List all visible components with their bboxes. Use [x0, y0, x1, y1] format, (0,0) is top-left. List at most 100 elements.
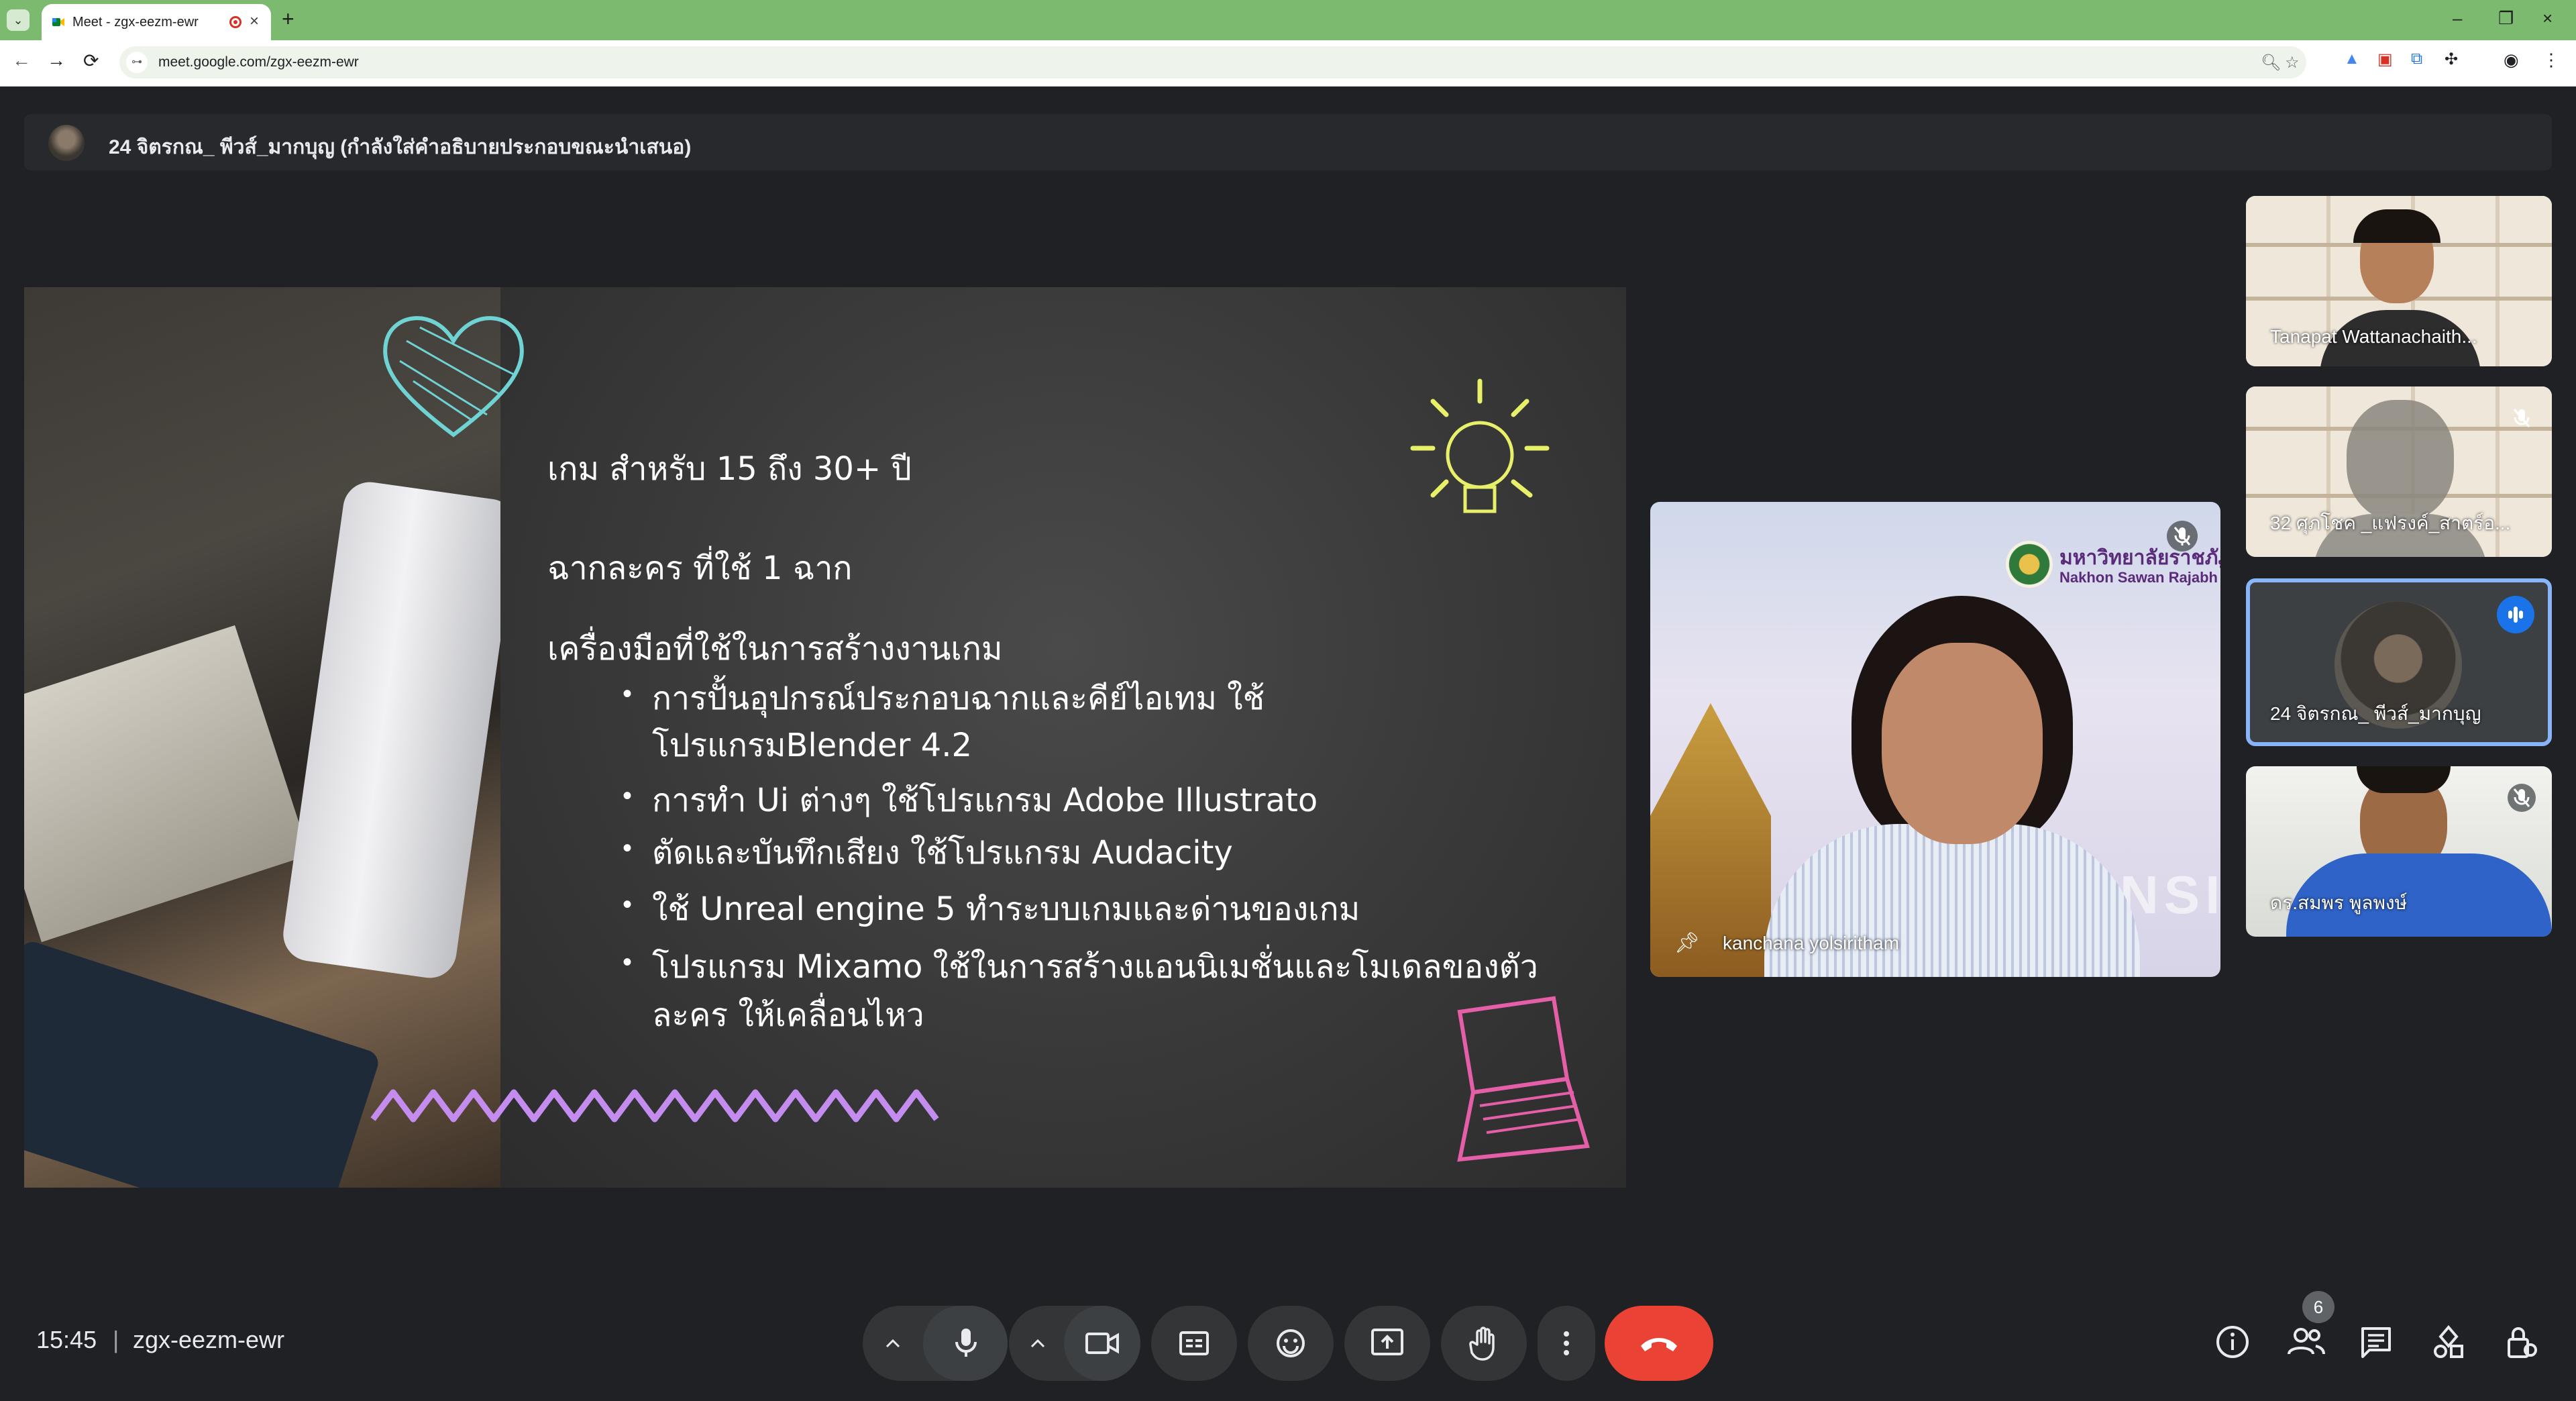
- people-icon[interactable]: [2286, 1323, 2326, 1361]
- profile-avatar-icon[interactable]: ◉: [2504, 50, 2519, 70]
- camera-control-group: [1009, 1306, 1140, 1381]
- participant-count-badge: 6: [2302, 1291, 2334, 1323]
- bullet-dot: •: [623, 947, 633, 977]
- bullet-dot: •: [623, 781, 633, 811]
- emoji-icon: [1277, 1329, 1305, 1357]
- participant-name: Tanapat Wattanachaith...: [2270, 326, 2477, 347]
- reactions-button[interactable]: [1248, 1306, 1334, 1381]
- pin-icon[interactable]: 📌︎: [1674, 931, 1700, 955]
- microphone-icon: [955, 1329, 977, 1357]
- slide-bullet-item: ละคร ให้เคลื่อนไหว: [652, 996, 924, 1034]
- presenter-avatar: [48, 125, 85, 161]
- captions-icon: [1179, 1331, 1209, 1355]
- slide-phone: [280, 478, 520, 982]
- participant-name: 32 ศุภโชค _แฟรงค์_สาตร์อ...: [2270, 513, 2511, 533]
- site-info-icon[interactable]: ⊶: [126, 52, 148, 73]
- url-text[interactable]: meet.google.com/zgx-eezm-ewr: [158, 54, 359, 70]
- translate-extension-icon[interactable]: ⧉: [2411, 50, 2422, 68]
- hand-icon: [1469, 1327, 1495, 1361]
- drive-extension-icon[interactable]: ▲: [2344, 50, 2360, 68]
- laptop-doodle-icon: [1457, 996, 1590, 1162]
- hang-up-icon: [1641, 1338, 1677, 1351]
- host-controls-icon[interactable]: [2502, 1323, 2540, 1361]
- forward-icon[interactable]: →: [47, 50, 66, 71]
- restore-icon[interactable]: ❐: [2498, 8, 2514, 29]
- background-watermark-text: NSI: [2120, 865, 2220, 925]
- browser-toolbar: ← → ⟳ ⊶ meet.google.com/zgx-eezm-ewr 🔍︎ …: [0, 40, 2576, 87]
- footer-separator: |: [113, 1326, 119, 1353]
- browser-tab-strip: ⌄ Meet - zgx-eezm-ewr × + – ❐ ×: [0, 0, 2576, 40]
- participant-face: [1882, 643, 2043, 844]
- slide-bullet-item: การปั้นอุปกรณ์ประกอบฉากและคีย์ไอเทม ใช้: [652, 680, 1265, 717]
- university-seal-logo: [2006, 541, 2053, 588]
- raise-hand-button[interactable]: [1441, 1306, 1527, 1381]
- presentation-banner: 24 จิตรกณ_ พีวส์_มากบุญ (กำลังใส่คำอธิบา…: [24, 114, 2552, 170]
- slide-bullet-item: โปรแกรมBlender 4.2: [652, 727, 972, 764]
- zigzag-doodle: [370, 1089, 939, 1123]
- slide-bullet-item: โปรแกรม Mixamo ใช้ในการสร้างแอนนิเมชั่นแ…: [652, 948, 1538, 986]
- bullet-dot: •: [623, 679, 633, 709]
- meet-favicon-icon: [52, 18, 64, 26]
- participant-name: 24 จิตรกณ_ พีวส์_มากบุญ: [2270, 703, 2481, 724]
- slide-bullet-item: ตัดและบันทึกเสียง ใช้โปรแกรม Audacity: [652, 834, 1233, 872]
- browser-tab[interactable]: Meet - zgx-eezm-ewr ×: [42, 4, 271, 40]
- more-vert-icon: [1564, 1331, 1569, 1355]
- extension-icon[interactable]: ▣: [2377, 50, 2393, 69]
- slide-bullet-item: ใช้ Unreal engine 5 ทำระบบเกมและด่านของเ…: [652, 890, 1360, 928]
- mic-muted-icon: [2508, 784, 2536, 812]
- more-options-button[interactable]: [1538, 1306, 1595, 1381]
- slide-open-book: [24, 625, 310, 943]
- audio-settings-chevron-icon[interactable]: [883, 1334, 903, 1354]
- video-settings-chevron-icon[interactable]: [1028, 1334, 1048, 1354]
- lightbulb-doodle-icon: [1410, 378, 1550, 513]
- reload-icon[interactable]: ⟳: [83, 50, 99, 72]
- slide-line-scene: ฉากละคร ที่ใช้ 1 ฉาก: [547, 550, 853, 587]
- address-bar[interactable]: ⊶ meet.google.com/zgx-eezm-ewr 🔍︎ ☆: [119, 46, 2306, 79]
- leave-call-button[interactable]: [1605, 1306, 1713, 1381]
- participant-face: [2347, 400, 2454, 521]
- mic-muted-icon: [2167, 521, 2198, 552]
- university-name-english: Nakhon Sawan Rajabh: [2059, 569, 2218, 586]
- slide-line-age: เกม สำหรับ 15 ถึง 30+ ปี: [547, 450, 912, 488]
- browser-menu-icon[interactable]: ⋮: [2542, 50, 2560, 70]
- present-screen-icon: [1371, 1329, 1403, 1355]
- back-icon[interactable]: ←: [12, 50, 31, 71]
- mic-muted-icon: [2508, 404, 2536, 432]
- slide-bullet-item: การทำ Ui ต่างๆ ใช้โปรแกรม Adobe Illustra…: [652, 782, 1318, 819]
- bullet-dot: •: [623, 833, 633, 863]
- camera-button[interactable]: [1064, 1306, 1140, 1381]
- captions-button[interactable]: [1151, 1306, 1237, 1381]
- tab-search-button[interactable]: ⌄: [7, 9, 30, 31]
- shared-screen-slide: เกม สำหรับ 15 ถึง 30+ ปี ฉากละคร ที่ใช้ …: [24, 287, 1626, 1188]
- bookmark-star-icon[interactable]: ☆: [2285, 53, 2300, 72]
- active-speaker-tile[interactable]: 24 จิตรกณ_ พีวส์_มากบุญ: [2246, 578, 2552, 746]
- slide-notebook: [24, 938, 382, 1188]
- bullet-dot: •: [623, 890, 633, 919]
- tab-close-icon[interactable]: ×: [250, 12, 259, 31]
- participant-tile[interactable]: Tanapat Wattanachaith...: [2246, 196, 2552, 366]
- participant-tile[interactable]: ดร.สมพร พูลพงษ์: [2246, 766, 2552, 937]
- window-close-icon[interactable]: ×: [2542, 8, 2553, 29]
- camera-icon: [1085, 1333, 1119, 1354]
- speaking-indicator-icon: [2497, 596, 2534, 633]
- pinned-participant-video[interactable]: มหาวิทยาลัยราชภัฏ Nakhon Sawan Rajabh NS…: [1650, 502, 2220, 977]
- new-tab-button[interactable]: +: [282, 7, 294, 32]
- participant-name: ดร.สมพร พูลพงษ์: [2270, 892, 2408, 913]
- present-now-button[interactable]: [1344, 1306, 1430, 1381]
- participant-name: kanchana yolsiritham: [1723, 933, 1900, 953]
- meeting-info-icon[interactable]: [2214, 1323, 2251, 1361]
- tab-title: Meet - zgx-eezm-ewr: [72, 15, 199, 30]
- participant-tile[interactable]: 32 ศุภโชค _แฟรงค์_สาตร์อ...: [2246, 386, 2552, 557]
- zoom-icon[interactable]: 🔍︎: [2261, 53, 2281, 72]
- heart-doodle-icon: [383, 316, 524, 437]
- participant-hair: [2357, 766, 2451, 793]
- microphone-control-group: [863, 1306, 1008, 1381]
- chat-icon[interactable]: [2357, 1323, 2395, 1361]
- extensions-puzzle-icon[interactable]: ✣: [2445, 50, 2458, 69]
- recording-indicator-icon: [229, 16, 241, 28]
- microphone-button[interactable]: [923, 1306, 1008, 1381]
- slide-line-tools: เครื่องมือที่ใช้ในการสร้างงานเกม: [547, 630, 1003, 668]
- activities-icon[interactable]: [2430, 1323, 2467, 1361]
- minimize-icon[interactable]: –: [2453, 8, 2462, 29]
- meeting-clock: 15:45: [36, 1326, 97, 1353]
